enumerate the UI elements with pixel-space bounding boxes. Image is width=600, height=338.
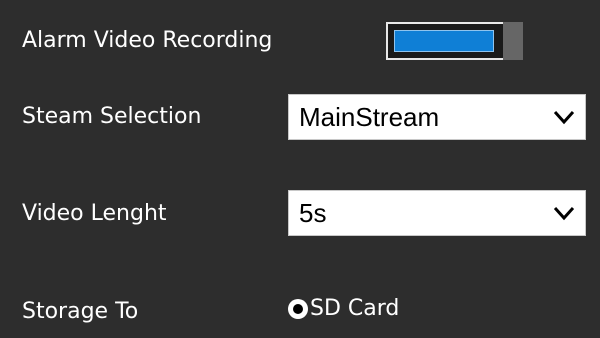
video-length-select[interactable]: 5s <box>288 190 586 236</box>
radio-dot <box>293 304 303 314</box>
stream-selection-label: Steam Selection <box>22 104 202 129</box>
video-length-value: 5s <box>299 198 327 228</box>
stream-selection-select[interactable]: MainStream <box>288 94 586 140</box>
sd-card-radio[interactable] <box>288 299 308 319</box>
alarm-video-recording-label: Alarm Video Recording <box>22 28 273 53</box>
chevron-down-icon <box>553 110 575 125</box>
toggle-fill <box>394 30 494 52</box>
chevron-down-icon <box>553 206 575 221</box>
sd-card-radio-label: SD Card <box>310 296 400 321</box>
toggle-knob <box>503 22 523 60</box>
stream-selection-value: MainStream <box>299 102 440 132</box>
storage-to-label: Storage To <box>22 299 139 324</box>
alarm-video-recording-toggle[interactable] <box>386 22 523 60</box>
video-length-label: Video Lenght <box>22 201 167 226</box>
